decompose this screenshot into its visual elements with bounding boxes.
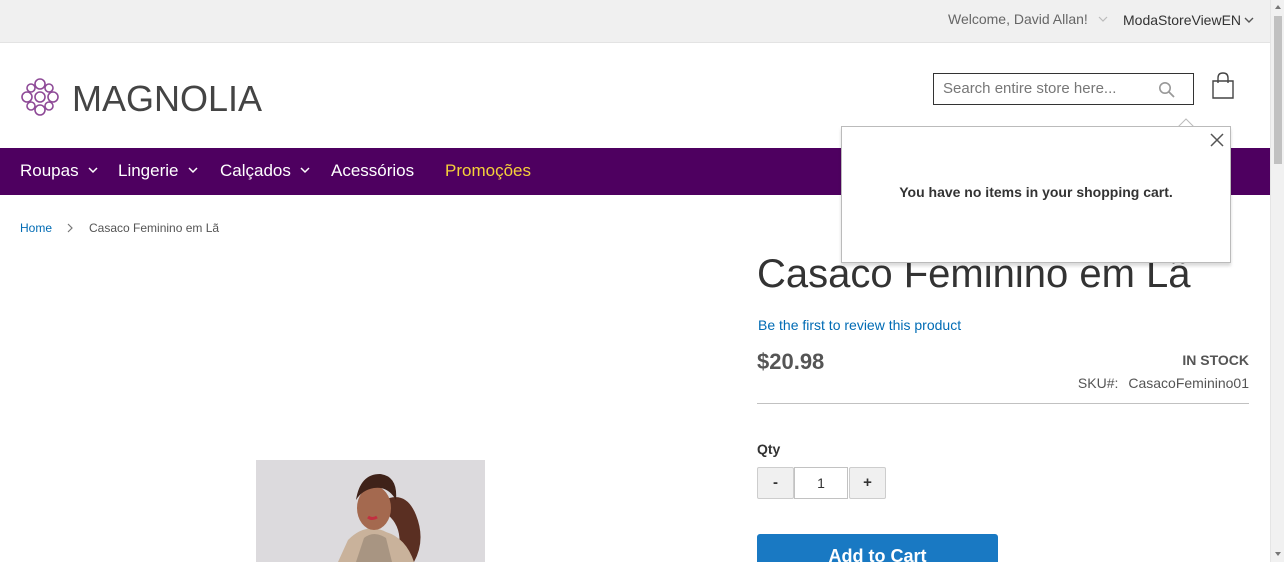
chevron-down-icon xyxy=(88,167,98,174)
add-to-cart-button[interactable]: Add to Cart xyxy=(757,534,998,562)
nav-item-lingerie[interactable]: Lingerie xyxy=(118,161,198,181)
chevron-right-icon xyxy=(67,223,73,233)
nav-item-label: Calçados xyxy=(220,161,291,180)
nav-item-label: Promoções xyxy=(445,161,531,180)
qty-decrease-button[interactable]: - xyxy=(757,467,794,499)
search-input[interactable] xyxy=(943,80,1143,97)
scrollbar[interactable] xyxy=(1270,0,1284,562)
breadcrumb-home[interactable]: Home xyxy=(20,221,52,235)
stock-status: IN STOCK xyxy=(1182,352,1249,368)
close-icon[interactable] xyxy=(1210,133,1224,147)
nav-item-promocoes[interactable]: Promoções xyxy=(445,161,531,181)
nav-item-roupas[interactable]: Roupas xyxy=(20,161,98,181)
store-view-switcher[interactable]: ModaStoreViewEN xyxy=(1123,12,1241,28)
nav-item-calcados[interactable]: Calçados xyxy=(220,161,310,181)
scroll-up-arrow-icon[interactable] xyxy=(1274,3,1282,11)
welcome-message: Welcome, David Allan! xyxy=(948,11,1088,27)
sku-label: SKU#: xyxy=(1077,375,1119,391)
nav-item-label: Roupas xyxy=(20,161,79,180)
scroll-thumb[interactable] xyxy=(1274,16,1282,164)
breadcrumb-current: Casaco Feminino em Lã xyxy=(89,221,220,235)
nav-item-label: Lingerie xyxy=(118,161,179,180)
qty-label: Qty xyxy=(757,441,781,457)
scroll-down-arrow-icon[interactable] xyxy=(1274,550,1282,558)
qty-input[interactable]: 1 xyxy=(794,467,848,499)
chevron-down-icon xyxy=(187,167,198,174)
product-image[interactable] xyxy=(256,460,485,562)
review-link[interactable]: Be the first to review this product xyxy=(758,317,961,333)
sku-value: CasacoFeminino01 xyxy=(1128,375,1249,391)
cart-bag-icon[interactable] xyxy=(1211,72,1235,100)
search-icon[interactable] xyxy=(1158,81,1176,99)
chevron-down-icon[interactable] xyxy=(1098,14,1108,24)
product-price: $20.98 xyxy=(757,349,825,374)
nav-item-label: Acessórios xyxy=(331,161,415,180)
chevron-down-icon xyxy=(300,167,310,174)
nav-item-acessorios[interactable]: Acessórios xyxy=(331,161,414,181)
logo-text[interactable]: MAGNOLIA xyxy=(72,78,262,120)
minicart-dropdown: You have no items in your shopping cart. xyxy=(841,126,1231,263)
logo-flower-icon[interactable] xyxy=(19,76,61,118)
product-photo-model xyxy=(256,460,485,562)
top-panel: Welcome, David Allan! ModaStoreViewEN xyxy=(0,0,1270,43)
product-sku: SKU#: CasacoFeminino01 xyxy=(1078,375,1249,391)
search-box[interactable] xyxy=(933,73,1194,105)
divider xyxy=(757,403,1249,404)
minicart-empty-message: You have no items in your shopping cart. xyxy=(899,184,1173,200)
qty-increase-button[interactable]: + xyxy=(849,467,886,499)
chevron-down-icon[interactable] xyxy=(1244,15,1254,25)
